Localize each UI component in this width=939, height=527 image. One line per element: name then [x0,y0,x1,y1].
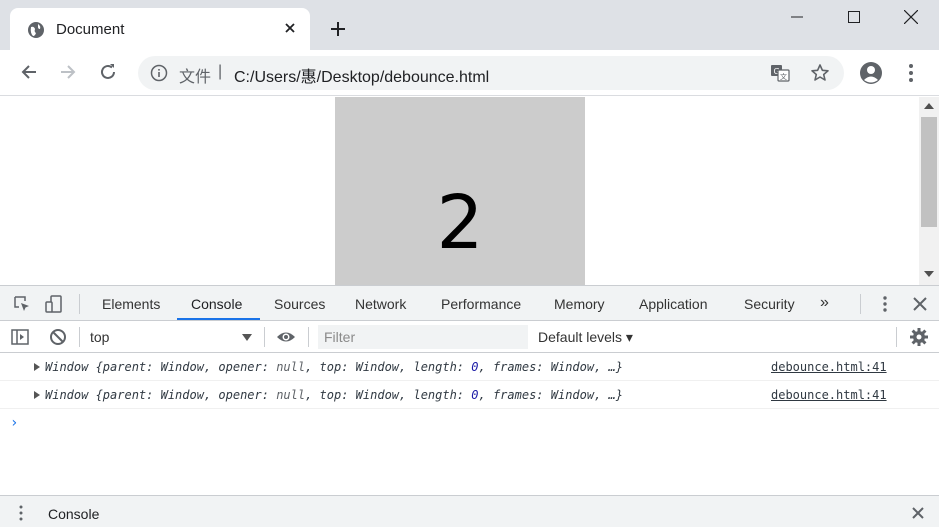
close-drawer-icon[interactable] [911,506,925,520]
console-filter-bar: top Default levels ▾ [0,321,939,353]
source-link[interactable]: debounce.html:41 [771,388,887,402]
toolbar-divider [79,327,80,347]
tab-network[interactable]: Network [355,296,406,312]
address-bar[interactable]: 文件 | C:/Users/惠/Desktop/debounce.html G … [138,56,844,90]
info-icon[interactable] [150,64,168,82]
drawer-tab-console[interactable]: Console [48,506,99,522]
tab-security[interactable]: Security [744,296,795,312]
forward-button[interactable] [57,61,79,83]
expand-triangle-icon[interactable] [34,363,40,371]
log-object-preview[interactable]: Window {parent: Window, opener: null, to… [45,360,623,374]
page-viewport[interactable]: 2 [0,97,939,285]
tab-sources[interactable]: Sources [274,296,325,312]
context-selector[interactable]: top [90,329,109,345]
tab-console[interactable]: Console [191,296,242,312]
clear-console-icon[interactable] [48,327,68,347]
tab-memory[interactable]: Memory [554,296,605,312]
more-tabs-button[interactable]: » [820,294,829,312]
back-button[interactable] [18,61,40,83]
arrow-right-icon [61,65,76,79]
reload-button[interactable] [97,61,119,83]
maximize-icon [847,11,860,23]
url-text[interactable]: C:/Users/惠/Desktop/debounce.html [234,63,489,87]
new-tab-icon[interactable] [328,19,348,39]
bookmark-star-icon[interactable] [810,63,830,83]
scroll-thumb[interactable] [921,117,937,227]
console-message[interactable]: Window {parent: Window, opener: null, to… [0,381,939,409]
log-object-preview[interactable]: Window {parent: Window, opener: null, to… [45,388,623,402]
maximize-button[interactable] [825,0,882,34]
browser-toolbar: 文件 | C:/Users/惠/Desktop/debounce.html G … [0,50,939,96]
console-drawer-bar: Console [0,495,939,527]
eye-icon[interactable] [276,327,296,347]
scheme-label: 文件 [179,69,212,86]
translate-icon[interactable]: G 文 [770,63,790,83]
active-tab-indicator [177,318,260,320]
expand-triangle-icon[interactable] [34,391,40,399]
console-output[interactable]: Window {parent: Window, opener: null, to… [0,353,939,495]
toolbar-divider [896,327,897,347]
tab-elements[interactable]: Elements [102,296,160,312]
close-devtools-icon[interactable] [910,294,930,314]
tab-strip: Document [0,0,939,50]
console-message[interactable]: Window {parent: Window, opener: null, to… [0,353,939,381]
browser-tab[interactable]: Document [10,8,310,50]
inspect-element-icon[interactable] [12,294,32,314]
kebab-menu-icon[interactable] [905,62,917,84]
close-icon [903,10,918,24]
tab-application[interactable]: Application [639,296,708,312]
gear-icon[interactable] [909,327,929,347]
devtools-panel: Elements Console Sources Network Perform… [0,285,939,527]
toolbar-divider [860,294,861,314]
close-window-button[interactable] [882,0,939,34]
svg-text:文: 文 [780,72,787,81]
devtools-tab-bar: Elements Console Sources Network Perform… [0,286,939,321]
toolbar-divider [264,327,265,347]
toolbar-divider [308,327,309,347]
devtools-menu-icon[interactable] [875,294,895,314]
demo-counter: 2 [436,180,484,266]
tab-title: Document [56,21,125,38]
console-filter-input[interactable] [318,325,528,349]
demo-box[interactable]: 2 [335,97,585,285]
scheme-separator: | [218,63,223,80]
log-levels-dropdown[interactable]: Default levels ▾ [538,329,633,346]
minimize-button[interactable] [768,0,825,34]
console-prompt[interactable]: › [10,415,18,431]
globe-icon [28,22,44,38]
profile-avatar-icon[interactable] [859,61,883,85]
drawer-menu-icon[interactable] [18,505,24,521]
minimize-icon [790,16,803,18]
toolbar-divider [79,294,80,314]
device-toolbar-icon[interactable] [44,294,64,314]
close-tab-icon[interactable] [282,20,298,36]
page-scrollbar[interactable] [919,97,939,285]
reload-icon [101,64,115,79]
scroll-up-arrow-icon[interactable] [924,103,934,109]
chevron-down-icon[interactable] [242,334,252,341]
sidebar-toggle-icon[interactable] [10,327,30,347]
arrow-left-icon [21,65,36,79]
scroll-down-arrow-icon[interactable] [924,271,934,277]
source-link[interactable]: debounce.html:41 [771,360,887,374]
tab-performance[interactable]: Performance [441,296,521,312]
